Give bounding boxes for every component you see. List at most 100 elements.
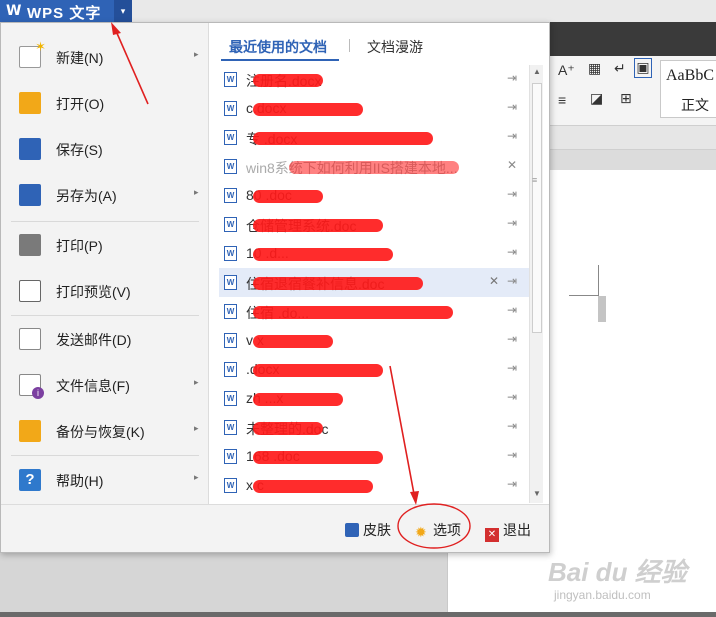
pin-icon[interactable]: ⇥ xyxy=(507,332,517,346)
pin-icon[interactable]: ⇥ xyxy=(507,187,517,201)
word-document-icon: W xyxy=(224,217,237,232)
recent-file-row[interactable]: Wwin8系统下如何利用IIS搭建本地...✕ xyxy=(219,152,529,181)
menu-item-label: 文件信息(F) xyxy=(56,378,130,394)
watermark-url: jingyan.baidu.com xyxy=(554,588,651,602)
menu-divider xyxy=(11,315,199,316)
pin-icon[interactable]: ⇥ xyxy=(507,390,517,404)
recent-file-row[interactable]: Wx c⇥ xyxy=(219,471,529,500)
tab-divider xyxy=(349,39,350,52)
line-spacing-icon[interactable]: ≡ xyxy=(558,92,566,108)
menu-item-label: 打印(P) xyxy=(56,238,103,254)
menu-item-save[interactable]: 保存(S) xyxy=(1,129,209,169)
word-document-icon: W xyxy=(224,478,237,493)
skin-button[interactable]: 皮肤 xyxy=(345,520,391,540)
menu-item-print[interactable]: 打印(P) xyxy=(1,225,209,265)
taskbar-edge xyxy=(0,612,716,617)
shirt-icon xyxy=(345,523,359,537)
app-title: WPS 文字 xyxy=(27,5,102,22)
font-grow-icon[interactable]: A⁺ xyxy=(558,62,575,79)
redaction-scribble xyxy=(253,190,323,203)
wps-menu-button[interactable]: W WPS 文字 ▾ xyxy=(0,0,132,22)
recent-file-row[interactable]: W注册名.docx⇥ xyxy=(219,65,529,94)
word-document-icon: W xyxy=(224,130,237,145)
recent-file-row[interactable]: W80 .doc⇥ xyxy=(219,181,529,210)
menu-item-file-info[interactable]: 文件信息(F) ▸ xyxy=(1,365,209,405)
recent-file-list: W注册名.docx⇥Wc.docx⇥W专 .docx⇥Wwin8系统下如何利用I… xyxy=(219,65,529,503)
file-menu-list: 新建(N) ▸ 打开(O) 保存(S) 另存为(A) ▸ 打印(P) 打印预览(… xyxy=(1,23,209,504)
pin-icon[interactable]: ⇥ xyxy=(507,303,517,317)
pin-icon[interactable]: ⇥ xyxy=(507,216,517,230)
redaction-scribble xyxy=(253,422,323,435)
submenu-arrow-icon: ▸ xyxy=(194,423,199,433)
recent-file-row[interactable]: W168 .doc⇥ xyxy=(219,442,529,471)
recent-file-row[interactable]: Wc.docx⇥ xyxy=(219,94,529,123)
menu-item-save-as[interactable]: 另存为(A) ▸ xyxy=(1,175,209,215)
pin-icon[interactable]: ⇥ xyxy=(507,100,517,114)
options-button[interactable]: ✹ 选项 xyxy=(415,520,461,540)
pin-icon[interactable]: ⇥ xyxy=(507,477,517,491)
menu-item-print-preview[interactable]: 打印预览(V) xyxy=(1,271,209,311)
status-area xyxy=(0,553,447,617)
style-name: 正文 xyxy=(681,97,709,113)
remove-icon[interactable]: ✕ xyxy=(489,274,499,288)
pin-icon[interactable]: ⇥ xyxy=(507,448,517,462)
style-gallery-normal[interactable]: AaBbC 正文 xyxy=(660,60,716,118)
style-sample-text: AaBbC xyxy=(666,67,714,84)
recent-file-row[interactable]: W未整理的.doc⇥ xyxy=(219,413,529,442)
pin-icon[interactable]: ⇥ xyxy=(507,419,517,433)
recent-file-row[interactable]: Wzh ...x⇥ xyxy=(219,384,529,413)
scroll-up-icon[interactable]: ▲ xyxy=(533,67,541,76)
scroll-thumb[interactable] xyxy=(532,83,542,333)
redaction-scribble xyxy=(253,219,383,232)
wps-logo-icon: W xyxy=(6,3,22,19)
menu-item-open[interactable]: 打开(O) xyxy=(1,83,209,123)
tab-document-roaming[interactable]: 文档漫游 xyxy=(367,37,423,57)
pin-icon[interactable]: ⇥ xyxy=(507,274,517,288)
word-document-icon: W xyxy=(224,333,237,348)
redaction-scribble xyxy=(253,335,333,348)
word-document-icon: W xyxy=(224,449,237,464)
submenu-arrow-icon: ▸ xyxy=(194,49,199,59)
recent-file-row[interactable]: W仓储管理系统.doc⇥ xyxy=(219,210,529,239)
mail-envelope-icon xyxy=(19,328,41,350)
word-document-icon: W xyxy=(224,101,237,116)
recent-tabs: 最近使用的文档 文档漫游 xyxy=(221,33,539,61)
recent-file-row[interactable]: W专 .docx⇥ xyxy=(219,123,529,152)
menu-item-backup[interactable]: 备份与恢复(K) ▸ xyxy=(1,411,209,451)
border-icon[interactable]: ⊞ xyxy=(620,90,632,107)
redaction-scribble xyxy=(253,480,373,493)
exit-label: 退出 xyxy=(503,522,531,538)
word-document-icon: W xyxy=(224,246,237,261)
frame-icon[interactable]: ▣ xyxy=(634,58,652,78)
scroll-down-icon[interactable]: ▼ xyxy=(533,489,541,498)
table-grid-icon[interactable]: ▦ xyxy=(588,60,601,77)
menu-item-label: 帮助(H) xyxy=(56,473,104,489)
recent-file-row[interactable]: W住宿 .do...⇥ xyxy=(219,297,529,326)
redaction-scribble xyxy=(253,393,343,406)
tab-recent-documents[interactable]: 最近使用的文档 xyxy=(229,37,327,57)
recent-file-row[interactable]: W住宿退宿餐补信息.doc✕⇥ xyxy=(219,268,529,297)
paragraph-mark-icon[interactable]: ↵ xyxy=(614,60,626,77)
skin-label: 皮肤 xyxy=(363,522,391,538)
recent-file-row[interactable]: W .docx⇥ xyxy=(219,355,529,384)
pin-icon[interactable]: ⇥ xyxy=(507,361,517,375)
highlight-fill-icon[interactable]: ◪ xyxy=(590,90,603,107)
chevron-down-icon[interactable]: ▾ xyxy=(114,0,132,22)
menu-item-help[interactable]: ? 帮助(H) ▸ xyxy=(1,460,209,500)
remove-icon[interactable]: ✕ xyxy=(507,158,517,172)
redaction-scribble xyxy=(253,74,323,87)
recent-list-scrollbar[interactable]: ▲ ≡ ▼ xyxy=(529,65,543,503)
menu-divider xyxy=(11,455,199,456)
print-preview-icon xyxy=(19,280,41,302)
pin-icon[interactable]: ⇥ xyxy=(507,245,517,259)
menu-item-send-mail[interactable]: 发送邮件(D) xyxy=(1,319,209,359)
menu-item-new[interactable]: 新建(N) ▸ xyxy=(1,37,209,77)
recent-file-row[interactable]: Wv x⇥ xyxy=(219,326,529,355)
redaction-scribble xyxy=(253,451,383,464)
recent-file-row[interactable]: W10 .d...⇥ xyxy=(219,239,529,268)
pin-icon[interactable]: ⇥ xyxy=(507,71,517,85)
pin-icon[interactable]: ⇥ xyxy=(507,129,517,143)
menu-item-label: 另存为(A) xyxy=(56,188,117,204)
exit-button[interactable]: ✕ 退出 xyxy=(485,520,531,542)
word-document-icon: W xyxy=(224,420,237,435)
